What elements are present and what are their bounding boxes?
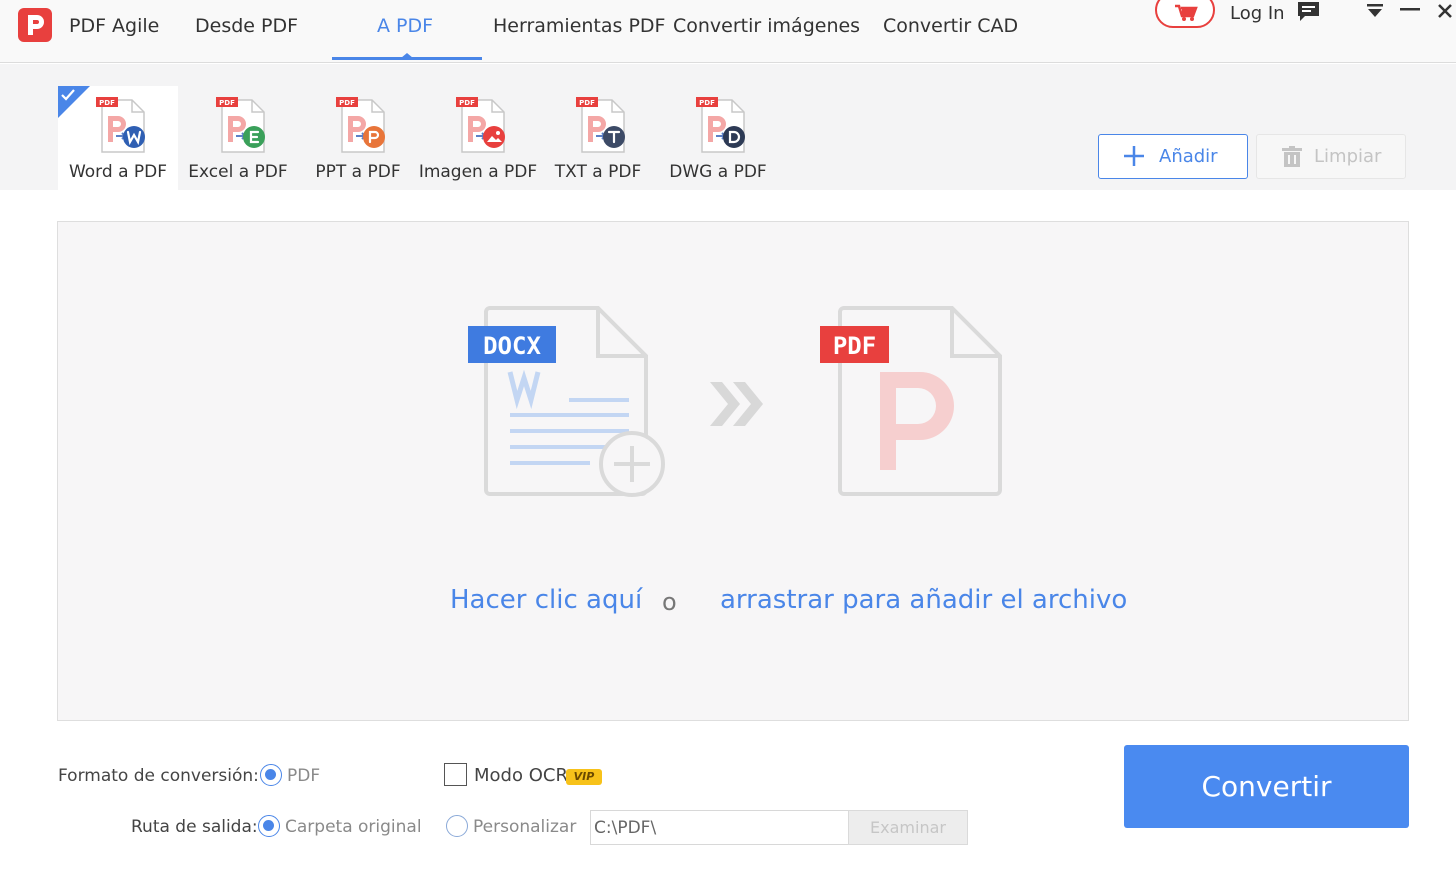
convert-arrow-icon [710,382,763,426]
svg-text:PDF: PDF [579,99,595,107]
svg-text:PDF: PDF [833,332,876,360]
svg-text:PDF: PDF [99,99,115,107]
ocr-mode-checkbox[interactable] [444,763,467,786]
add-file-button[interactable]: Añadir [1098,134,1248,179]
tool-label: PPT a PDF [315,162,401,182]
output-custom-label: Personalizar [473,817,577,837]
app-logo-icon [18,8,52,42]
format-pdf-label: PDF [287,766,321,786]
click-here-link[interactable]: Hacer clic aquí [450,585,642,615]
clear-button[interactable]: Limpiar [1256,134,1406,179]
dwg-to-pdf-icon: PDF [696,97,745,153]
convert-button[interactable]: Convertir [1124,745,1409,828]
svg-text:PDF: PDF [459,99,475,107]
plus-icon [1124,146,1144,166]
output-path-input[interactable] [590,810,850,845]
cart-icon [1175,4,1198,21]
pdf-tag: PDF [833,332,876,360]
cart-button[interactable] [1155,0,1215,28]
tool-ppt-a-pdf[interactable]: PDF PPT a PDF [298,86,418,190]
excel-to-pdf-icon: PDF [216,97,265,153]
output-custom-radio[interactable] [446,815,468,837]
tool-label: Excel a PDF [188,162,288,182]
tool-label: Imagen a PDF [418,162,538,182]
output-original-label: Carpeta original [285,817,422,837]
tool-txt-a-pdf[interactable]: PDF TXT a PDF [538,86,658,190]
tool-label: Word a PDF [68,162,168,182]
minimize-icon[interactable] [1400,8,1420,12]
nav-tab-desde-pdf[interactable]: Desde PDF [195,15,298,37]
tool-label: TXT a PDF [554,162,642,182]
tool-word-a-pdf[interactable]: PDF Word a PDF [58,86,178,190]
svg-text:PDF: PDF [339,99,355,107]
svg-text:DOCX: DOCX [483,332,541,360]
tool-excel-a-pdf[interactable]: PDF Excel a PDF [178,86,298,190]
ocr-mode-label: Modo OCR [474,765,568,786]
image-to-pdf-icon: PDF [456,97,505,153]
nav-tab-convertir-cad[interactable]: Convertir CAD [883,15,1018,37]
svg-text:PDF: PDF [699,99,715,107]
clear-label: Limpiar [1314,146,1382,167]
vip-badge: VIP [566,769,602,785]
file-drop-zone[interactable]: DOCX PDF Hacer clic aquí o arrastrar par… [57,221,1409,721]
login-button[interactable]: Log In [1230,3,1285,24]
conversion-toolbar: PDF Word a PDF PDF Excel a PDF PDF PPT a… [0,64,1456,190]
word-to-pdf-icon: PDF [96,97,145,153]
close-icon[interactable] [1437,3,1453,19]
or-text: o [662,588,677,616]
output-original-radio[interactable] [258,815,280,837]
tool-label: DWG a PDF [669,162,767,182]
txt-to-pdf-icon: PDF [576,97,625,153]
tool-imagen-a-pdf[interactable]: PDF Imagen a PDF [418,86,538,190]
trash-icon [1282,146,1302,167]
nav-tab-herramientas-pdf[interactable]: Herramientas PDF [493,15,665,37]
svg-text:PDF: PDF [219,99,235,107]
drag-hint-text: arrastrar para añadir el archivo [720,585,1128,615]
browse-button[interactable]: Examinar [848,810,968,845]
app-name: PDF Agile [69,15,160,37]
nav-tab-a-pdf[interactable]: A PDF [377,15,433,37]
check-icon [61,89,75,101]
menu-dropdown-icon[interactable] [1366,3,1384,19]
add-file-label: Añadir [1159,146,1218,167]
docx-tag: DOCX [483,332,541,360]
title-bar: PDF Agile Desde PDF A PDF Herramientas P… [0,0,1456,63]
format-pdf-radio[interactable] [260,764,282,786]
conversion-illustration [468,306,1002,497]
format-label: Formato de conversión: [58,766,259,786]
ppt-to-pdf-icon: PDF [336,97,385,153]
nav-tab-convertir-imagenes[interactable]: Convertir imágenes [673,15,860,37]
feedback-icon[interactable] [1297,1,1321,23]
output-path-label: Ruta de salida: [131,817,258,837]
tool-dwg-a-pdf[interactable]: PDF DWG a PDF [658,86,778,190]
active-tab-caret [401,53,413,58]
